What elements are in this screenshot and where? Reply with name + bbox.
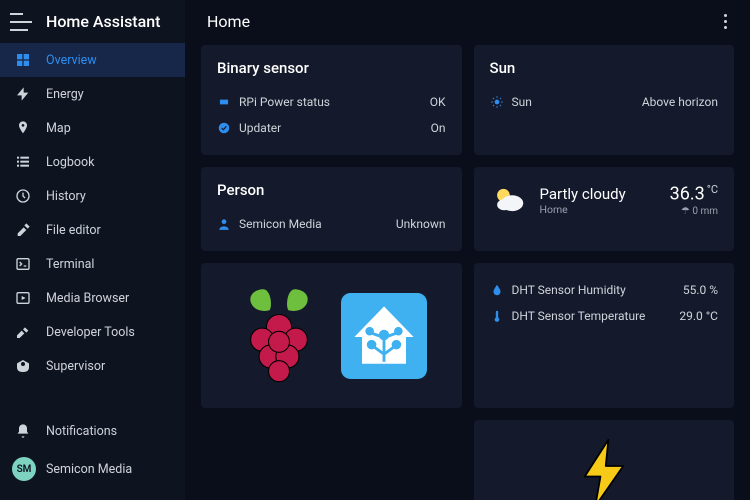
sidebar-item-label: Supervisor [46, 359, 105, 374]
sidebar-item-label: File editor [46, 223, 101, 238]
map-icon [12, 120, 34, 136]
sidebar-item-developer-tools[interactable]: Developer Tools [0, 315, 185, 349]
sidebar-item-label: Developer Tools [46, 325, 135, 340]
row-value: Unknown [396, 217, 446, 231]
sidebar-item-overview[interactable]: Overview [0, 43, 185, 77]
row-label: Sun [512, 95, 642, 109]
play-icon [12, 290, 34, 306]
main: Home Binary sensor RPi Power status OK U… [185, 0, 750, 500]
row-label: Semicon Media [239, 217, 396, 231]
weather-temperature: 36.3 [670, 183, 705, 204]
card-title: Sun [490, 59, 719, 77]
sidebar-item-terminal[interactable]: Terminal [0, 247, 185, 281]
list-icon [12, 154, 34, 170]
partly-cloudy-icon [490, 181, 528, 219]
supervisor-icon [12, 358, 34, 374]
row-value: Above horizon [642, 95, 718, 109]
thermometer-icon [490, 309, 512, 323]
sensor-row-updater[interactable]: Updater On [217, 115, 446, 141]
person-icon [217, 217, 239, 231]
row-label: Updater [239, 121, 431, 135]
card-title: Binary sensor [217, 59, 446, 77]
sidebar-item-label: Energy [46, 87, 84, 102]
row-value: 55.0 % [683, 283, 718, 297]
check-circle-icon [217, 121, 239, 135]
sidebar-item-notifications[interactable]: Notifications [0, 414, 185, 448]
card-title: Person [217, 181, 446, 199]
bolt-icon [576, 438, 632, 500]
dht-temperature-row[interactable]: DHT Sensor Temperature 29.0 °C [490, 303, 719, 329]
sidebar-item-label: Overview [46, 53, 97, 68]
lightning-icon [12, 86, 34, 102]
sidebar-item-account[interactable]: SM Semicon Media [0, 448, 185, 490]
sun-card: Sun Sun Above horizon [474, 45, 735, 155]
sidebar-item-map[interactable]: Map [0, 111, 185, 145]
bell-icon [12, 423, 34, 439]
dashboard: Binary sensor RPi Power status OK Update… [185, 45, 750, 500]
binary-sensor-card: Binary sensor RPi Power status OK Update… [201, 45, 462, 155]
led-card[interactable]: LED [474, 420, 735, 500]
dht-humidity-row[interactable]: DHT Sensor Humidity 55.0 % [490, 277, 719, 303]
sidebar-item-label: History [46, 189, 86, 204]
avatar: SM [12, 457, 36, 481]
sidebar-item-label: Terminal [46, 257, 94, 272]
sidebar: Home Assistant Overview Energy Map Logbo… [0, 0, 185, 500]
weather-condition: Partly cloudy [540, 185, 626, 203]
sidebar-item-label: Notifications [46, 424, 117, 439]
sidebar-item-history[interactable]: History [0, 179, 185, 213]
person-row[interactable]: Semicon Media Unknown [217, 211, 446, 237]
sidebar-item-label: Semicon Media [46, 462, 132, 477]
wrench-icon [12, 222, 34, 238]
images-card [201, 263, 462, 408]
sidebar-header: Home Assistant [0, 0, 185, 43]
topbar: Home [185, 0, 750, 45]
sidebar-item-supervisor[interactable]: Supervisor [0, 349, 185, 383]
row-label: DHT Sensor Temperature [512, 309, 680, 323]
sun-icon [490, 95, 512, 109]
dashboard-icon [12, 52, 34, 68]
sidebar-item-logbook[interactable]: Logbook [0, 145, 185, 179]
page-title: Home [207, 12, 250, 31]
sidebar-items: Overview Energy Map Logbook History File… [0, 43, 185, 408]
sidebar-item-file-editor[interactable]: File editor [0, 213, 185, 247]
hammer-icon [12, 324, 34, 340]
sidebar-footer: Notifications SM Semicon Media [0, 408, 185, 500]
weather-location: Home [540, 203, 626, 216]
history-icon [12, 188, 34, 204]
sidebar-item-label: Media Browser [46, 291, 129, 306]
home-assistant-logo [341, 293, 427, 379]
row-label: RPi Power status [239, 95, 430, 109]
sensor-row-rpi-power[interactable]: RPi Power status OK [217, 89, 446, 115]
raspberry-pi-logo [235, 283, 323, 388]
weather-precipitation: ☂ 0 mm [670, 206, 718, 217]
menu-toggle-icon[interactable] [10, 13, 32, 31]
terminal-icon [12, 256, 34, 272]
dht-sensor-card: DHT Sensor Humidity 55.0 % DHT Sensor Te… [474, 263, 735, 408]
weather-card[interactable]: Partly cloudy Home 36.3°C ☂ 0 mm [474, 167, 735, 251]
water-drop-icon [490, 283, 512, 297]
sidebar-item-label: Map [46, 121, 71, 136]
row-label: DHT Sensor Humidity [512, 283, 683, 297]
row-value: 29.0 °C [679, 309, 718, 323]
sidebar-item-label: Logbook [46, 155, 95, 170]
sidebar-item-media-browser[interactable]: Media Browser [0, 281, 185, 315]
row-value: On [431, 121, 446, 135]
weather-temperature-unit: °C [707, 183, 718, 196]
person-card: Person Semicon Media Unknown [201, 167, 462, 251]
more-menu-icon[interactable] [724, 14, 728, 29]
row-value: OK [430, 95, 446, 109]
sidebar-item-energy[interactable]: Energy [0, 77, 185, 111]
app-title: Home Assistant [46, 12, 161, 31]
sun-row[interactable]: Sun Above horizon [490, 89, 719, 115]
chip-icon [217, 95, 239, 109]
